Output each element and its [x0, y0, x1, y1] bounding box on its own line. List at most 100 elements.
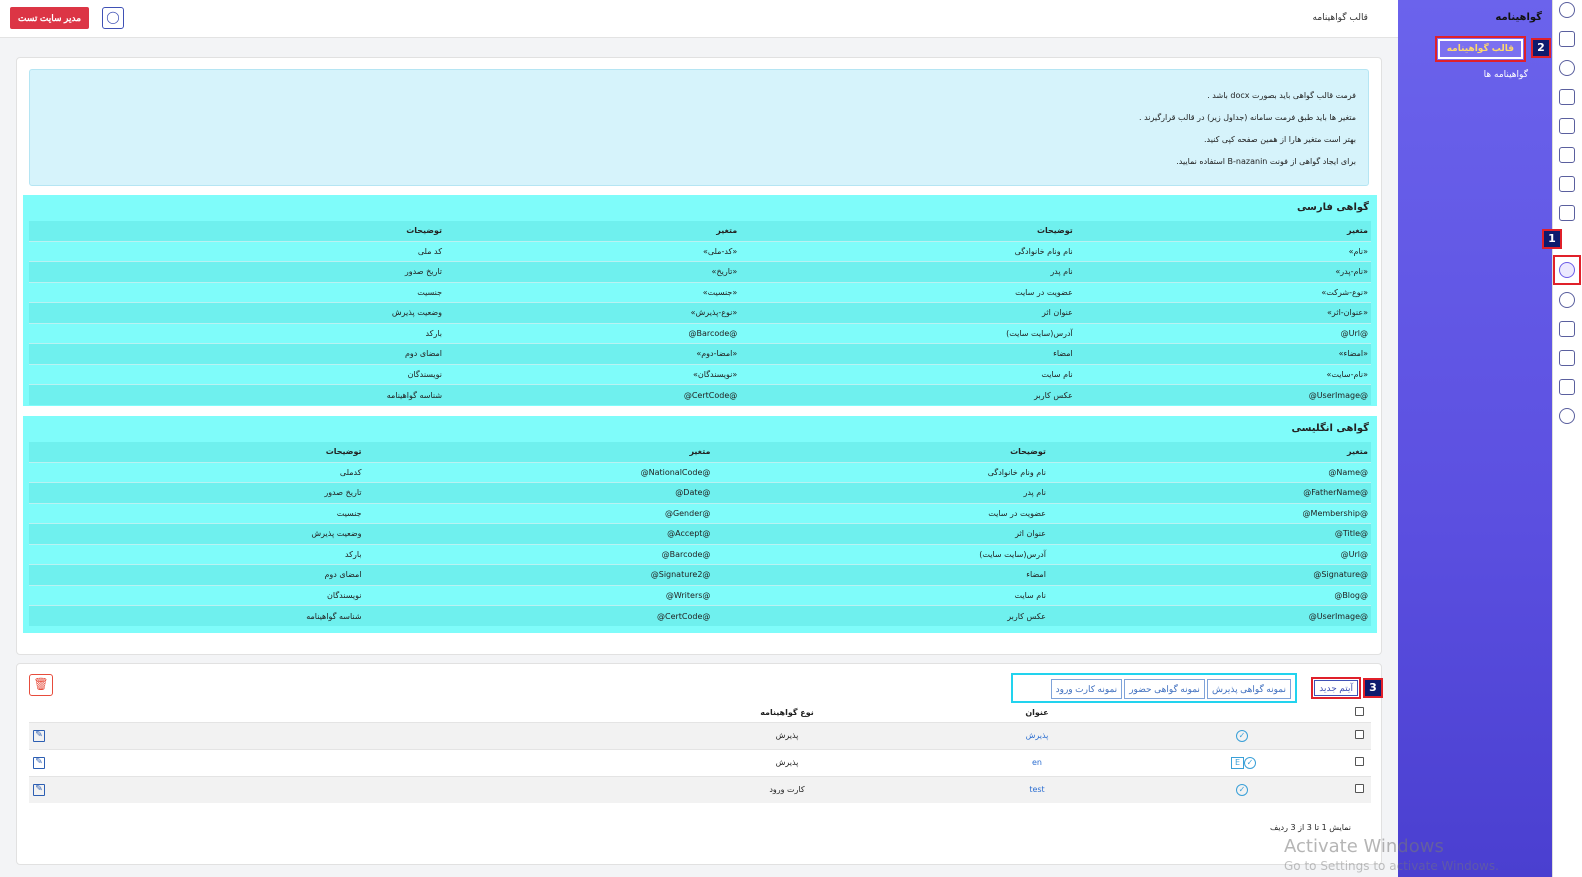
info-alert: فرمت قالب گواهی باید بصورت docx باشد . م… — [29, 69, 1369, 186]
column-header: متغیر — [1075, 221, 1371, 241]
help-icon[interactable] — [1559, 292, 1575, 308]
variable-cell: @FatherName@ — [1048, 482, 1371, 503]
description-cell: عضویت در سایت — [740, 281, 1076, 303]
edit-icon[interactable]: ✎ — [33, 783, 45, 796]
column-header: متغیر — [1048, 442, 1371, 462]
variable-row: @Name@ نام ونام خانوادگی @NationalCode@ کدم… — [29, 461, 1371, 483]
variable-cell: @Title@ — [1048, 523, 1371, 544]
row-checkbox[interactable] — [1354, 757, 1364, 766]
annotation-badge-1: 1 — [1542, 229, 1562, 249]
variable-row: «امضاء» امضاء «امضا-دوم» امضای دوم — [29, 343, 1371, 364]
description-cell: تاریخ صدور — [29, 482, 365, 503]
variable-row: @Title@ عنوان اثر @Accept@ وضعیت پذیرش — [29, 523, 1371, 544]
annotation-badge-2: 2 — [1531, 38, 1551, 58]
row-checkbox[interactable] — [1354, 784, 1364, 794]
variable-row: @UserImage@ عکس کاربر @CertCode@ شناسه گواه… — [29, 605, 1371, 626]
variable-cell: @Signature2@ — [364, 564, 714, 585]
variable-row: @FatherName@ نام پدر @Date@ تاریخ صدور — [29, 482, 1371, 503]
description-cell: امضای دوم — [29, 564, 365, 585]
description-cell: آدرس(سایت سایت) — [713, 543, 1049, 565]
info-line: متغیر ها باید طبق فرمت سامانه (جداول زیر… — [1138, 113, 1356, 122]
table-row: ✓ test کارت ورود ✎ — [29, 775, 1371, 803]
check-circle-icon: ✓ — [1236, 729, 1248, 742]
variable-cell: @Writers@ — [364, 584, 714, 606]
table-icon[interactable] — [1559, 89, 1575, 105]
variable-cell: «کد-ملی» — [445, 240, 741, 262]
variable-cell: @CertCode@ — [364, 605, 714, 626]
variable-cell: @Name@ — [1048, 461, 1371, 483]
variable-cell: @Membership@ — [1048, 502, 1371, 524]
mail-icon[interactable] — [1559, 379, 1575, 395]
variable-cell: «نویسندگان» — [445, 363, 741, 385]
section-title: گواهی فارسی — [1296, 202, 1369, 213]
description-cell: شناسه گواهینامه — [29, 605, 365, 626]
check-circle-icon: ✓ — [1236, 783, 1248, 796]
chat-icon[interactable] — [1559, 408, 1575, 424]
certificate-highlight — [1553, 255, 1581, 285]
book-icon[interactable] — [1559, 176, 1575, 192]
row-checkbox[interactable] — [1354, 730, 1364, 739]
variable-row: «نام» نام ونام خانوادگی «کد-ملی» کد ملی — [29, 240, 1371, 262]
windows-watermark: Activate Windows — [1284, 836, 1444, 857]
description-cell: نویسندگان — [29, 584, 365, 606]
description-cell: امضاء — [713, 564, 1049, 585]
store-icon[interactable] — [1559, 350, 1575, 366]
admin-user-button[interactable]: مدیر سایت تست — [10, 7, 90, 29]
sample-acceptance-button[interactable]: نمونه گواهی پذیرش — [1206, 679, 1291, 699]
list-toolbar: آیتم جدید 3 نمونه گواهی پذیرش نمونه گواه… — [1001, 670, 1383, 704]
persian-certificate-variables: گواهی فارسی متغیر توضیحات متغیر توضیحات … — [23, 195, 1377, 406]
lightbulb-icon[interactable]: ◯ — [102, 7, 124, 29]
variable-row: @Blog@ نام سایت @Writers@ نویسندگان — [29, 584, 1371, 606]
annotation-badge-3: 3 — [1363, 678, 1383, 698]
image-icon[interactable] — [1559, 118, 1575, 134]
variable-cell: @Barcode@ — [364, 543, 714, 565]
info-line: برای ایجاد گواهی از فونت B-nazanin استفا… — [1176, 157, 1356, 166]
description-cell: عکس کاربر — [740, 384, 1076, 405]
edit-icon[interactable]: ✎ — [33, 756, 45, 769]
certificate-type: کارت ورود — [769, 785, 805, 795]
new-item-button[interactable]: آیتم جدید — [1311, 677, 1361, 699]
variable-row: @Url@ آدرس(سایت سایت) @Barcode@ بارکد — [29, 322, 1371, 344]
submenu-item-certificates[interactable]: گواهینامه ها — [1484, 70, 1528, 80]
pagination-info: نمایش 1 تا 3 از 3 ردیف — [1270, 823, 1351, 832]
sample-entry-card-button[interactable]: نمونه کارت ورود — [1050, 679, 1123, 699]
english-variables-table: متغیر توضیحات متغیر توضیحات @Name@ نام ون… — [29, 442, 1371, 626]
variable-cell: @Barcode@ — [445, 322, 741, 344]
certificate-title-link[interactable]: پذیرش — [1026, 731, 1049, 740]
list-icon[interactable] — [1559, 321, 1575, 337]
page-title: قالب گواهینامه — [1312, 13, 1369, 23]
description-cell: جنسیت — [29, 502, 365, 524]
description-cell: آدرس(سایت سایت) — [740, 322, 1076, 344]
variable-row: @UserImage@ عکس کاربر @CertCode@ شناسه گواه… — [29, 384, 1371, 405]
users-icon[interactable] — [1559, 147, 1575, 163]
certificate-title-link[interactable]: test — [1029, 785, 1044, 794]
submenu-item-certificate-template[interactable]: قالب گواهینامه — [1434, 36, 1526, 62]
variable-row: «نام-پدر» نام پدر «تاریخ» تاریخ صدور — [29, 261, 1371, 282]
description-cell: کدملی — [29, 461, 365, 483]
check-circle-icon: ✓ — [1244, 756, 1256, 769]
grid-icon[interactable] — [1559, 31, 1575, 47]
certificate-title-link[interactable]: en — [1032, 758, 1042, 767]
variable-row: «عنوان-اثر» عنوان اثر «نوع-پذیرش» وضعیت پذی… — [29, 302, 1371, 323]
certificate-type: پذیرش — [775, 731, 799, 740]
settings-icon[interactable] — [1559, 60, 1575, 76]
sample-attendance-button[interactable]: نمونه گواهی حضور — [1124, 679, 1205, 699]
check-square-icon[interactable] — [1559, 205, 1575, 221]
variable-row: @Url@ آدرس(سایت سایت) @Barcode@ بارکد — [29, 543, 1371, 565]
trash-icon[interactable]: 🗑 — [29, 674, 53, 696]
globe-icon[interactable] — [1559, 2, 1575, 18]
description-cell: نویسندگان — [29, 363, 446, 385]
description-cell: نام سایت — [740, 363, 1076, 385]
info-line: فرمت قالب گواهی باید بصورت docx باشد . — [1207, 91, 1356, 100]
description-cell: وضعیت پذیرش — [29, 302, 446, 323]
variable-cell: @Accept@ — [364, 523, 714, 544]
variable-cell: «جنسیت» — [445, 281, 741, 303]
column-header-title: عنوان — [1025, 708, 1049, 718]
select-all-checkbox[interactable] — [1354, 707, 1364, 717]
edit-icon[interactable]: ✎ — [33, 729, 45, 742]
variable-cell: @Url@ — [1075, 322, 1371, 344]
description-cell: نام ونام خانوادگی — [740, 240, 1076, 262]
variable-cell: «امضا-دوم» — [445, 343, 741, 364]
variable-cell: «عنوان-اثر» — [1075, 302, 1371, 323]
description-cell: عنوان اثر — [740, 302, 1076, 323]
